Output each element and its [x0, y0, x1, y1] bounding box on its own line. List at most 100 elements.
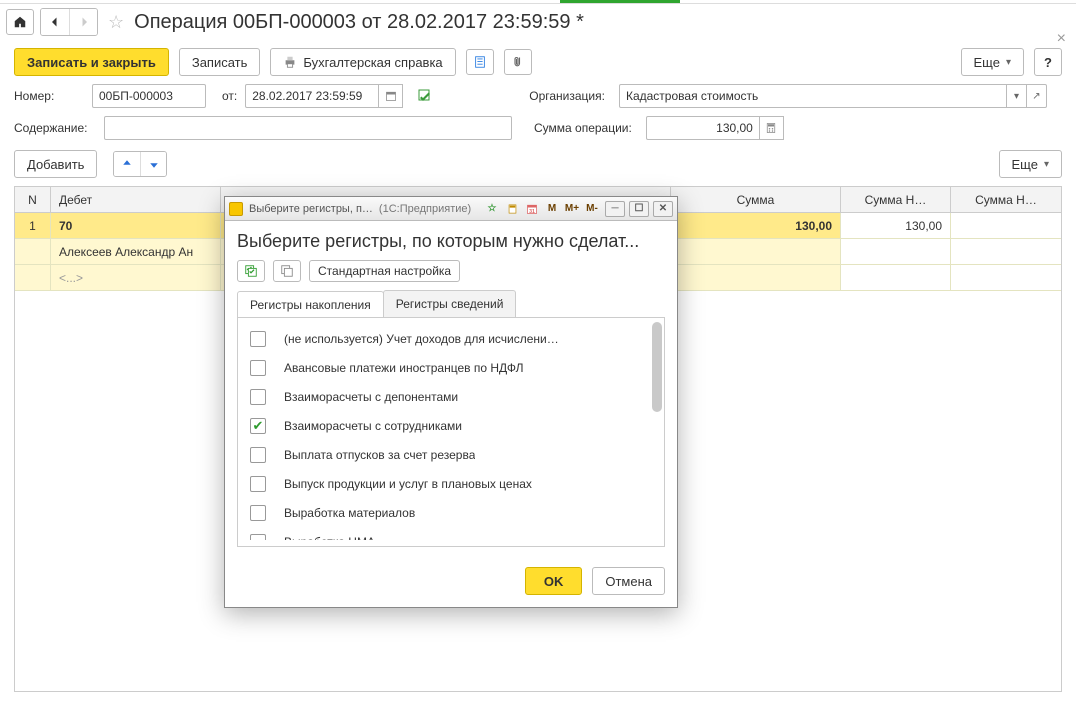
list-item[interactable]: (не используется) Учет доходов для исчис…	[244, 324, 648, 353]
dialog-titlebar-text: Выберите регистры, п…	[249, 203, 373, 215]
cancel-button[interactable]: Отмена	[592, 567, 665, 595]
list-item-label: Выпуск продукции и услуг в плановых цена…	[284, 477, 532, 491]
main-toolbar: Записать и закрыть Записать Бухгалтерска…	[0, 44, 1076, 80]
save-button[interactable]: Записать	[179, 48, 261, 76]
close-dialog-icon[interactable]: ✕	[653, 201, 673, 217]
help-button[interactable]: ?	[1034, 48, 1062, 76]
register-list: (не используется) Учет доходов для исчис…	[237, 317, 665, 547]
svg-text:31: 31	[529, 208, 535, 214]
list-item[interactable]: Выпуск продукции и услуг в плановых цена…	[244, 469, 648, 498]
col-sum[interactable]: Сумма	[671, 187, 841, 212]
app-icon	[229, 202, 243, 216]
content-field[interactable]	[104, 116, 512, 140]
tab-info[interactable]: Регистры сведений	[383, 290, 517, 317]
maximize-icon[interactable]: ☐	[629, 201, 649, 217]
org-label: Организация:	[529, 89, 605, 103]
dialog-titlebar[interactable]: Выберите регистры, п… (1С:Предприятие) ☆…	[225, 197, 677, 221]
cell-sumn2	[951, 213, 1061, 239]
form-row-1: Номер: 00БП-000003 от: 28.02.2017 23:59:…	[0, 80, 1076, 112]
more-button[interactable]: Еще	[961, 48, 1024, 76]
checkbox[interactable]	[250, 447, 266, 463]
col-debet[interactable]: Дебет	[51, 187, 221, 212]
cell-sub1: Алексеев Александр Ан	[51, 239, 221, 265]
minimize-icon[interactable]: ─	[605, 201, 625, 217]
checkbox[interactable]	[250, 418, 266, 434]
opsum-field[interactable]: 130,00	[646, 116, 760, 140]
page-title: Операция 00БП-000003 от 28.02.2017 23:59…	[134, 11, 584, 34]
check-all-button[interactable]	[237, 260, 265, 282]
list-item[interactable]: Взаиморасчеты с депонентами	[244, 382, 648, 411]
nav-back-forward	[40, 8, 98, 36]
cell-debet: 70	[51, 213, 221, 239]
org-open-icon[interactable]: ↗	[1027, 84, 1047, 108]
close-icon[interactable]: ×	[1057, 30, 1066, 48]
list-item[interactable]: Выработка материалов	[244, 498, 648, 527]
report-button[interactable]	[466, 49, 494, 75]
checkbox[interactable]	[250, 389, 266, 405]
list-item-label: Выработка НМА	[284, 535, 375, 541]
tb-mem-m[interactable]: M	[543, 201, 561, 217]
col-n[interactable]: N	[15, 187, 51, 212]
list-item-label: Выработка материалов	[284, 506, 415, 520]
tabs: Регистры накопления Регистры сведений	[237, 290, 665, 318]
grid-more-button[interactable]: Еще	[999, 150, 1062, 178]
checkbox[interactable]	[250, 331, 266, 347]
col-sumn2[interactable]: Сумма Н…	[951, 187, 1061, 212]
tb-fav-icon[interactable]: ☆	[483, 201, 501, 217]
tab-accumulation[interactable]: Регистры накопления	[237, 291, 384, 318]
date-field[interactable]: 28.02.2017 23:59:59	[245, 84, 379, 108]
select-registers-dialog: Выберите регистры, п… (1С:Предприятие) ☆…	[224, 196, 678, 608]
cell-n: 1	[15, 213, 51, 239]
favorite-star-icon[interactable]: ☆	[108, 12, 124, 33]
list-item-label: Авансовые платежи иностранцев по НДФЛ	[284, 361, 523, 375]
checkbox[interactable]	[250, 505, 266, 521]
save-close-button[interactable]: Записать и закрыть	[14, 48, 169, 76]
link-icon[interactable]	[417, 88, 433, 104]
content-label: Содержание:	[14, 121, 96, 135]
move-up-button[interactable]	[114, 152, 140, 176]
tb-cal-icon[interactable]: 31	[523, 201, 541, 217]
home-button[interactable]	[6, 9, 34, 35]
tb-mem-mplus[interactable]: M+	[563, 201, 581, 217]
checkbox[interactable]	[250, 476, 266, 492]
opsum-label: Сумма операции:	[534, 121, 632, 135]
cell-sub2: <...>	[51, 265, 221, 291]
cell-sumn1: 130,00	[841, 213, 951, 239]
list-item-label: Взаиморасчеты с сотрудниками	[284, 419, 462, 433]
nav-back-button[interactable]	[41, 9, 69, 35]
list-item[interactable]: Выработка НМА	[244, 527, 648, 540]
list-item-label: Взаиморасчеты с депонентами	[284, 390, 458, 404]
calc-icon[interactable]	[760, 116, 784, 140]
scrollbar-thumb[interactable]	[652, 322, 662, 412]
list-item-label: (не используется) Учет доходов для исчис…	[284, 332, 559, 346]
tb-calc-icon[interactable]	[503, 201, 521, 217]
dialog-body: Выберите регистры, по которым нужно сдел…	[225, 221, 677, 559]
std-setup-button[interactable]: Стандартная настройка	[309, 260, 460, 282]
tb-mem-mminus[interactable]: M-	[583, 201, 601, 217]
list-item[interactable]: Взаиморасчеты с сотрудниками	[244, 411, 648, 440]
from-label: от:	[222, 89, 237, 103]
org-dropdown-icon[interactable]: ▾	[1007, 84, 1027, 108]
move-arrows	[113, 151, 167, 177]
accounting-ref-label: Бухгалтерская справка	[303, 55, 442, 70]
attach-button[interactable]	[504, 49, 532, 75]
calendar-icon[interactable]	[379, 84, 403, 108]
dialog-footer: OK Отмена	[225, 559, 677, 607]
checkbox[interactable]	[250, 534, 266, 541]
org-field[interactable]: Кадастровая стоимость	[619, 84, 1007, 108]
nav-forward-button[interactable]	[69, 9, 97, 35]
ok-button[interactable]: OK	[525, 567, 583, 595]
number-field[interactable]: 00БП-000003	[92, 84, 206, 108]
uncheck-all-button[interactable]	[273, 260, 301, 282]
col-sumn1[interactable]: Сумма Н…	[841, 187, 951, 212]
cell-empty	[15, 239, 51, 265]
scrollbar[interactable]	[652, 322, 662, 542]
accounting-ref-button[interactable]: Бухгалтерская справка	[270, 48, 455, 76]
list-item[interactable]: Выплата отпусков за счет резерва	[244, 440, 648, 469]
add-button[interactable]: Добавить	[14, 150, 97, 178]
printer-icon	[283, 55, 297, 69]
move-down-button[interactable]	[140, 152, 166, 176]
checkbox[interactable]	[250, 360, 266, 376]
dialog-heading: Выберите регистры, по которым нужно сдел…	[237, 231, 665, 252]
list-item[interactable]: Авансовые платежи иностранцев по НДФЛ	[244, 353, 648, 382]
